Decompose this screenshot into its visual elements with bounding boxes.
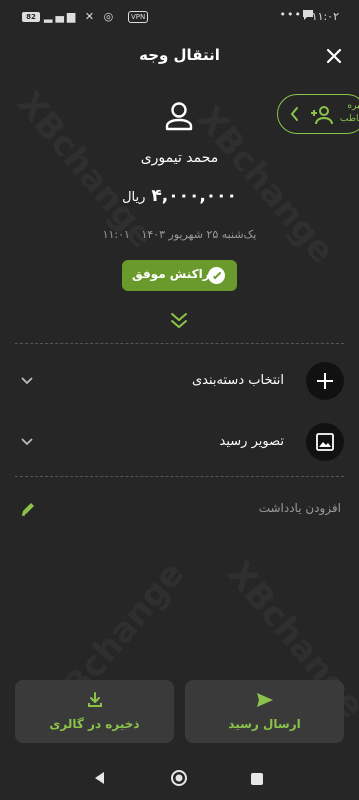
save-contact-label: ذخیره مخاطب: [340, 101, 359, 124]
transaction-datetime: یک‌شنبه ۲۵ شهریور ۱۴۰۳ ۱۱:۰۱: [0, 228, 359, 241]
save-contact-button[interactable]: ذخیره مخاطب: [277, 94, 359, 134]
home-icon[interactable]: [170, 769, 188, 791]
divider: [15, 476, 344, 477]
status-time: ۱۱:۰۲: [311, 10, 339, 23]
select-category-label: انتخاب دسته‌بندی: [192, 373, 284, 388]
recipient-name: محمد تیموری: [140, 150, 219, 166]
save-to-gallery-label: ذخیره در گالری: [49, 717, 140, 731]
back-icon[interactable]: [92, 770, 108, 790]
avatar-icon: [163, 100, 195, 132]
transaction-time: ۱۱:۰۱: [102, 228, 130, 241]
add-note-label: افزودن یادداشت: [258, 501, 341, 515]
receipt-image-label: تصویر رسید: [219, 434, 284, 449]
notification-dots: •••: [279, 8, 302, 21]
chevron-down-icon: [20, 372, 34, 386]
transfer-amount: ۴,۰۰۰,۰۰۰ ریال: [0, 186, 359, 206]
chevron-left-icon: [289, 105, 301, 127]
status-bar: 82 ▂▄▆ ✕ ◎ VPN ••• ۱۱:۰۲: [0, 0, 359, 34]
transaction-date: یک‌شنبه ۲۵ شهریور ۱۴۰۳: [141, 228, 257, 241]
navigation-bar: [0, 762, 359, 800]
divider: [15, 343, 344, 344]
signal-icons: ▂▄▆ ✕ ◎: [44, 10, 117, 23]
currency-label: ریال: [122, 190, 146, 205]
send-receipt-button[interactable]: ارسال رسید: [185, 680, 344, 743]
amount-value: ۴,۰۰۰,۰۰۰: [151, 186, 237, 206]
page-title: انتقال وجه: [139, 46, 220, 64]
add-icon: [306, 362, 344, 400]
vpn-icon: VPN: [128, 11, 149, 23]
close-icon[interactable]: [322, 44, 346, 68]
send-receipt-label: ارسال رسید: [228, 717, 301, 731]
select-category-button[interactable]: انتخاب دسته‌بندی: [15, 362, 344, 402]
double-chevron-down-icon[interactable]: [169, 312, 189, 330]
send-icon: [255, 690, 275, 710]
person-add-icon: [310, 104, 334, 130]
status-badge: تراکنش موفق: [122, 260, 237, 291]
image-icon: [306, 423, 344, 461]
recents-icon[interactable]: [250, 771, 264, 790]
add-note-row[interactable]: افزودن یادداشت: [15, 496, 344, 526]
receipt-image-button[interactable]: تصویر رسید: [15, 423, 344, 463]
download-icon: [85, 690, 105, 710]
battery-icon: 82: [22, 12, 40, 22]
save-to-gallery-button[interactable]: ذخیره در گالری: [15, 680, 174, 743]
pencil-icon[interactable]: [19, 500, 37, 518]
chevron-down-icon: [20, 433, 34, 447]
status-badge-label: تراکنش موفق: [132, 267, 215, 281]
